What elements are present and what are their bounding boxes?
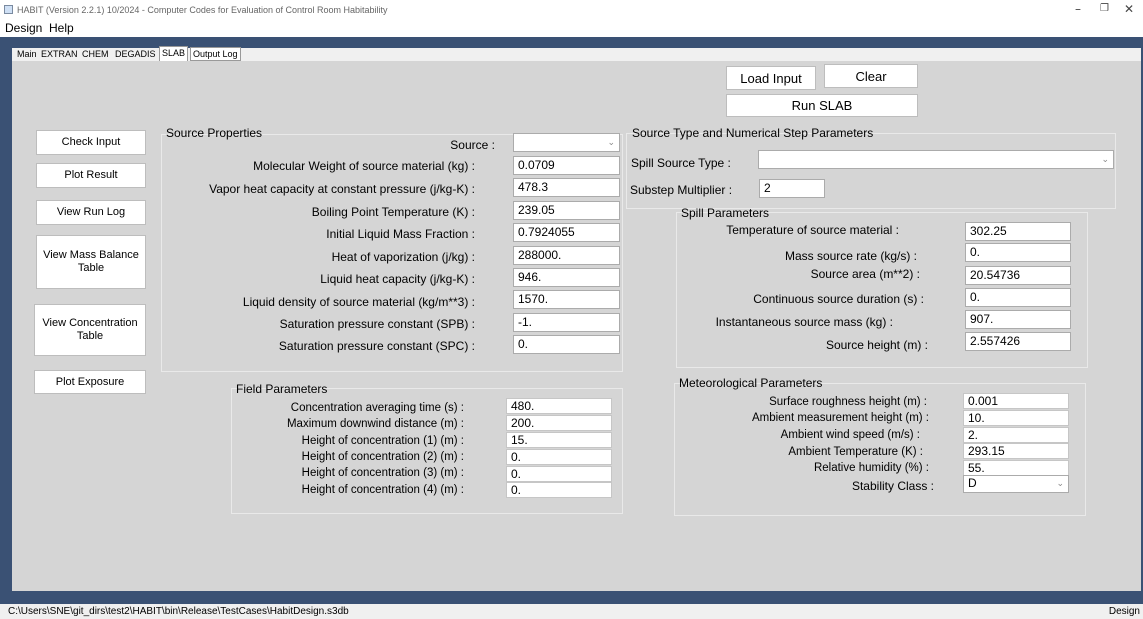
surface-roughness-field[interactable]: 0.001 (963, 393, 1069, 409)
view-concentration-table-button[interactable]: View Concentration Table (34, 304, 146, 356)
database-path: C:\Users\SNE\git_dirs\test2\HABIT\bin\Re… (8, 606, 349, 617)
height-concentration-2-label: Height of concentration (2) (m) : (301, 451, 464, 463)
instantaneous-mass-field[interactable]: 907. (965, 310, 1071, 329)
mass-source-rate-field[interactable]: 0. (965, 243, 1071, 262)
spb-label: Saturation pressure constant (SPB) : (279, 317, 475, 331)
temperature-source-field[interactable]: 302.25 (965, 222, 1071, 241)
spc-label: Saturation pressure constant (SPC) : (278, 339, 475, 353)
load-input-button[interactable]: Load Input (726, 66, 816, 90)
tab-extran[interactable]: EXTRAN (39, 48, 80, 61)
heat-of-vaporization-field[interactable]: 288000. (513, 246, 620, 265)
source-height-label: Source height (m) : (825, 338, 928, 352)
stability-class-select[interactable]: D ⌄ (963, 475, 1069, 493)
continuous-duration-field[interactable]: 0. (965, 288, 1071, 307)
mode-indicator: Design (1108, 606, 1140, 617)
close-button[interactable]: ✕ (1124, 2, 1134, 16)
tab-strip: Main EXTRAN CHEM DEGADIS SLAB Output Log (12, 46, 1141, 61)
height-concentration-3-label: Height of concentration (3) (m) : (301, 467, 464, 479)
source-height-field[interactable]: 2.557426 (965, 332, 1071, 351)
plot-exposure-button[interactable]: Plot Exposure (34, 370, 146, 394)
relative-humidity-label: Relative humidity (%) : (813, 462, 929, 474)
tab-output-log[interactable]: Output Log (190, 47, 241, 61)
run-slab-button[interactable]: Run SLAB (726, 94, 918, 117)
tab-main[interactable]: Main (15, 48, 39, 61)
measurement-height-field[interactable]: 10. (963, 410, 1069, 426)
height-concentration-1-label: Height of concentration (1) (m) : (301, 435, 464, 447)
status-bar: C:\Users\SNE\git_dirs\test2\HABIT\bin\Re… (0, 604, 1143, 619)
app-icon (4, 5, 13, 14)
source-label: Source : (450, 138, 495, 152)
continuous-duration-label: Continuous source duration (s) : (753, 292, 924, 306)
vapor-heat-capacity-label: Vapor heat capacity at constant pressure… (209, 182, 475, 196)
heat-of-vaporization-label: Heat of vaporization (j/kg) : (331, 250, 475, 264)
liquid-mass-fraction-label: Initial Liquid Mass Fraction : (326, 227, 475, 241)
restore-button[interactable]: ❐ (1100, 3, 1109, 14)
ambient-temperature-field[interactable]: 293.15 (963, 443, 1069, 459)
menu-bar: Design Help (0, 20, 1143, 37)
substep-multiplier-label: Substep Multiplier : (630, 183, 733, 197)
stability-class-label: Stability Class : (851, 479, 934, 493)
source-select[interactable]: ⌄ (513, 133, 620, 152)
max-downwind-distance-field[interactable]: 200. (506, 415, 612, 431)
height-concentration-3-field[interactable]: 0. (506, 466, 612, 482)
spill-parameters-title: Spill Parameters (681, 206, 770, 220)
source-area-field[interactable]: 20.54736 (965, 266, 1071, 285)
liquid-mass-fraction-field[interactable]: 0.7924055 (513, 223, 620, 242)
max-downwind-distance-label: Maximum downwind distance (m) : (286, 418, 464, 430)
source-area-label: Source area (m**2) : (810, 267, 920, 281)
spill-source-type-select[interactable]: ⌄ (758, 150, 1114, 169)
measurement-height-label: Ambient measurement height (m) : (751, 412, 929, 424)
spb-field[interactable]: -1. (513, 313, 620, 332)
check-input-button[interactable]: Check Input (36, 130, 146, 155)
menu-help[interactable]: Help (49, 21, 74, 35)
height-concentration-1-field[interactable]: 15. (506, 432, 612, 448)
height-concentration-4-label: Height of concentration (4) (m) : (301, 484, 464, 496)
instantaneous-mass-label: Instantaneous source mass (kg) : (715, 315, 893, 329)
height-concentration-4-field[interactable]: 0. (506, 482, 612, 498)
vapor-heat-capacity-field[interactable]: 478.3 (513, 178, 620, 197)
view-run-log-button[interactable]: View Run Log (36, 200, 146, 225)
molecular-weight-label: Molecular Weight of source material (kg)… (253, 159, 475, 173)
spill-source-type-label: Spill Source Type : (631, 156, 731, 170)
boiling-point-field[interactable]: 239.05 (513, 201, 620, 220)
molecular-weight-field[interactable]: 0.0709 (513, 156, 620, 175)
liquid-heat-capacity-label: Liquid heat capacity (j/kg-K) : (320, 272, 475, 286)
temperature-source-label: Temperature of source material : (726, 223, 899, 237)
liquid-density-field[interactable]: 1570. (513, 290, 620, 309)
source-type-group (626, 133, 1116, 209)
liquid-heat-capacity-field[interactable]: 946. (513, 268, 620, 287)
chevron-down-icon: ⌄ (607, 138, 615, 148)
source-properties-title: Source Properties (166, 126, 263, 140)
spc-field[interactable]: 0. (513, 335, 620, 354)
substep-multiplier-field[interactable]: 2 (759, 179, 825, 198)
ambient-temperature-label: Ambient Temperature (K) : (788, 446, 923, 458)
plot-result-button[interactable]: Plot Result (36, 163, 146, 188)
tab-chem[interactable]: CHEM (80, 48, 111, 61)
relative-humidity-field[interactable]: 55. (963, 460, 1069, 476)
meteorological-title: Meteorological Parameters (679, 376, 823, 390)
mass-source-rate-label: Mass source rate (kg/s) : (784, 249, 917, 263)
view-mass-balance-table-button[interactable]: View Mass Balance Table (36, 235, 146, 289)
window-title: HABIT (Version 2.2.1) 10/2024 - Computer… (17, 5, 388, 15)
wind-speed-label: Ambient wind speed (m/s) : (780, 429, 920, 441)
field-parameters-title: Field Parameters (236, 382, 328, 396)
tab-slab[interactable]: SLAB (159, 46, 189, 61)
wind-speed-field[interactable]: 2. (963, 427, 1069, 443)
boiling-point-label: Boiling Point Temperature (K) : (311, 205, 475, 219)
height-concentration-2-field[interactable]: 0. (506, 449, 612, 465)
surface-roughness-label: Surface roughness height (m) : (769, 396, 927, 408)
tab-degadis[interactable]: DEGADIS (113, 48, 158, 61)
title-bar: HABIT (Version 2.2.1) 10/2024 - Computer… (0, 0, 1143, 20)
liquid-density-label: Liquid density of source material (kg/m*… (242, 295, 475, 309)
menu-design[interactable]: Design (5, 21, 42, 35)
chevron-down-icon: ⌄ (1056, 479, 1064, 489)
averaging-time-label: Concentration averaging time (s) : (290, 402, 464, 414)
minimize-button[interactable]: – (1075, 2, 1081, 16)
source-type-title: Source Type and Numerical Step Parameter… (632, 126, 874, 140)
slab-panel: Load Input Clear Run SLAB Check Input Pl… (12, 61, 1141, 591)
chevron-down-icon: ⌄ (1101, 155, 1109, 165)
averaging-time-field[interactable]: 480. (506, 398, 612, 414)
clear-button[interactable]: Clear (824, 64, 918, 88)
